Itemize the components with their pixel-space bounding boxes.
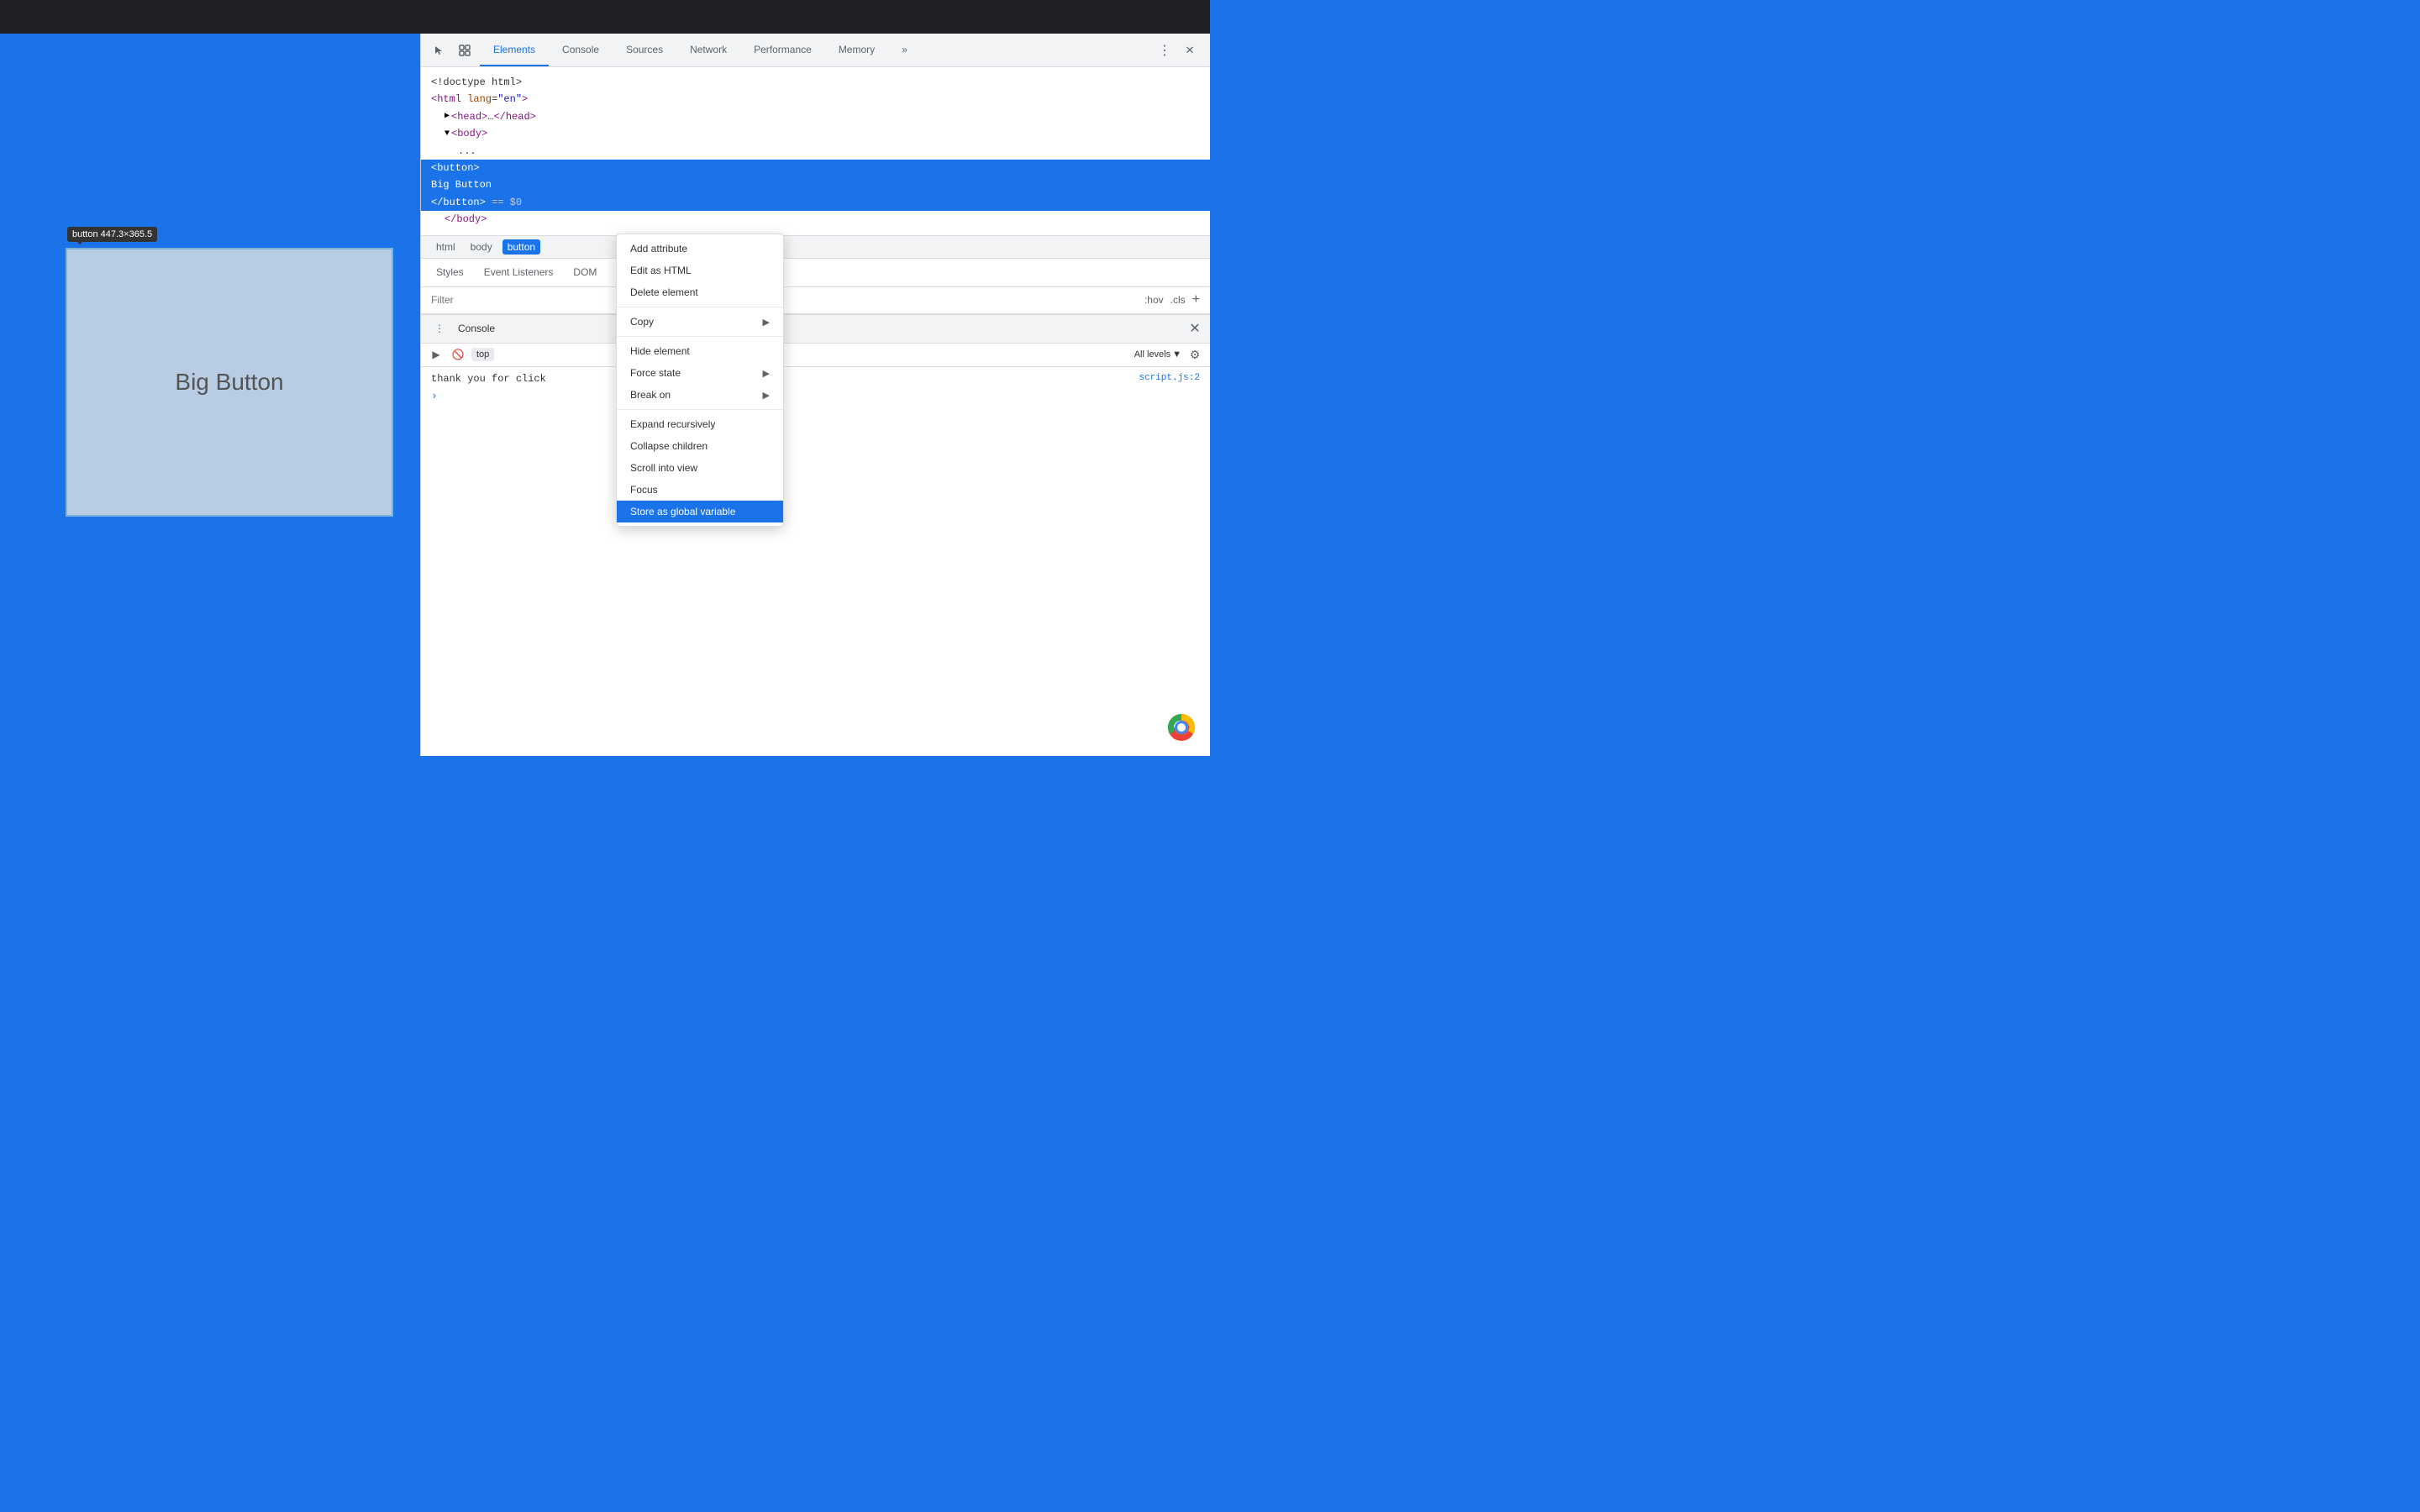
filter-input[interactable]: [431, 294, 1144, 306]
html-line-doctype: <!doctype html>: [431, 74, 1200, 91]
html-line-head: ▶<head>…</head>: [431, 108, 1200, 125]
devtools-toolbar-icons: [424, 39, 480, 62]
filter-end: :hov .cls +: [1144, 292, 1200, 307]
styles-tabs-bar: Styles Event Listeners DOM rties Accessi…: [421, 259, 1210, 287]
console-levels-dropdown[interactable]: All levels ▼: [1134, 349, 1181, 360]
html-line-button-open[interactable]: <button>: [421, 160, 1210, 176]
console-close-button[interactable]: ✕: [1186, 320, 1203, 337]
context-menu-divider-2: [617, 336, 783, 337]
console-context[interactable]: top: [471, 348, 494, 361]
main-area: button 447.3×365.5 Big Button: [0, 34, 1210, 756]
breadcrumb-body[interactable]: body: [466, 239, 497, 255]
html-line-html: <html lang="en">: [431, 91, 1200, 108]
context-menu-break-on[interactable]: Break on ▶: [617, 384, 783, 406]
tab-sources[interactable]: Sources: [613, 34, 676, 66]
console-play-icon[interactable]: ▶: [428, 346, 445, 363]
cls-label[interactable]: .cls: [1171, 294, 1186, 306]
devtools-panel: Elements Console Sources Network Perform…: [420, 34, 1210, 756]
tab-more[interactable]: »: [888, 34, 921, 66]
console-prompt: ›: [431, 388, 1200, 404]
tab-styles[interactable]: Styles: [428, 263, 472, 281]
page-area: button 447.3×365.5 Big Button: [0, 34, 420, 756]
tab-dom[interactable]: DOM: [565, 263, 605, 281]
console-header: ⋮ Console ✕: [421, 315, 1210, 344]
devtools-tabs: Elements Console Sources Network Perform…: [480, 34, 921, 66]
chrome-logo: [1166, 712, 1197, 743]
html-line-button-text[interactable]: Big Button: [421, 176, 1210, 193]
html-line-button-close[interactable]: </button> == $0: [421, 194, 1210, 211]
context-menu-store-global[interactable]: Store as global variable: [617, 501, 783, 522]
context-menu-hide-element[interactable]: Hide element: [617, 340, 783, 362]
tab-memory[interactable]: Memory: [825, 34, 888, 66]
console-block-icon[interactable]: 🚫: [450, 346, 466, 363]
console-log-source[interactable]: script.js:2: [1139, 370, 1200, 387]
context-menu-expand-recursively[interactable]: Expand recursively: [617, 413, 783, 435]
inspect-icon[interactable]: [453, 39, 476, 62]
console-area: ⋮ Console ✕ ▶ 🚫 top All levels ▼ ⚙ thank…: [421, 314, 1210, 415]
tab-event-listeners[interactable]: Event Listeners: [476, 263, 562, 281]
hov-label[interactable]: :hov: [1144, 294, 1164, 306]
console-log-entry: thank you for click script.js:2: [431, 370, 1200, 389]
context-menu-force-state[interactable]: Force state ▶: [617, 362, 783, 384]
context-menu-copy[interactable]: Copy ▶: [617, 311, 783, 333]
html-line-body-close: </body>: [431, 211, 1200, 228]
breadcrumb-button[interactable]: button: [502, 239, 540, 255]
big-button-label: Big Button: [175, 369, 283, 396]
cursor-icon[interactable]: [428, 39, 451, 62]
console-toolbar: ▶ 🚫 top All levels ▼ ⚙: [421, 344, 1210, 367]
breadcrumb-html[interactable]: html: [431, 239, 460, 255]
html-line-body: ▼<body>: [431, 125, 1200, 142]
console-output: thank you for click script.js:2 ›: [421, 367, 1210, 408]
console-title: Console: [458, 323, 495, 334]
tab-elements[interactable]: Elements: [480, 34, 549, 66]
context-menu-focus[interactable]: Focus: [617, 479, 783, 501]
console-drag-icon: ⋮: [428, 317, 451, 340]
element-tooltip: button 447.3×365.5: [67, 227, 157, 242]
toolbar-end-icons: ⋮ ✕: [1153, 39, 1207, 62]
devtools-options-icon[interactable]: ⋮: [1153, 39, 1176, 62]
console-prompt-arrow: ›: [431, 390, 438, 402]
context-menu-divider-3: [617, 409, 783, 410]
console-log-text: thank you for click: [431, 370, 546, 389]
big-button-container[interactable]: Big Button: [66, 248, 393, 517]
tab-console[interactable]: Console: [549, 34, 613, 66]
context-menu-collapse-children[interactable]: Collapse children: [617, 435, 783, 457]
context-menu-add-attribute[interactable]: Add attribute: [617, 238, 783, 260]
html-line-ellipsis: ...: [431, 143, 1200, 160]
browser-chrome: [0, 0, 1210, 34]
html-tree: <!doctype html> <html lang="en"> ▶<head>…: [421, 67, 1210, 235]
console-settings-icon[interactable]: ⚙: [1186, 346, 1203, 363]
context-menu: Add attribute Edit as HTML Delete elemen…: [616, 234, 784, 527]
add-style-icon[interactable]: +: [1192, 292, 1200, 307]
devtools-toolbar: Elements Console Sources Network Perform…: [421, 34, 1210, 67]
context-menu-scroll-into-view[interactable]: Scroll into view: [617, 457, 783, 479]
filter-bar: :hov .cls +: [421, 287, 1210, 314]
devtools-close-icon[interactable]: ✕: [1178, 39, 1202, 62]
breadcrumb-bar: html body button: [421, 235, 1210, 259]
context-menu-delete-element[interactable]: Delete element: [617, 281, 783, 303]
tab-performance[interactable]: Performance: [740, 34, 825, 66]
tab-network[interactable]: Network: [676, 34, 740, 66]
context-menu-edit-html[interactable]: Edit as HTML: [617, 260, 783, 281]
